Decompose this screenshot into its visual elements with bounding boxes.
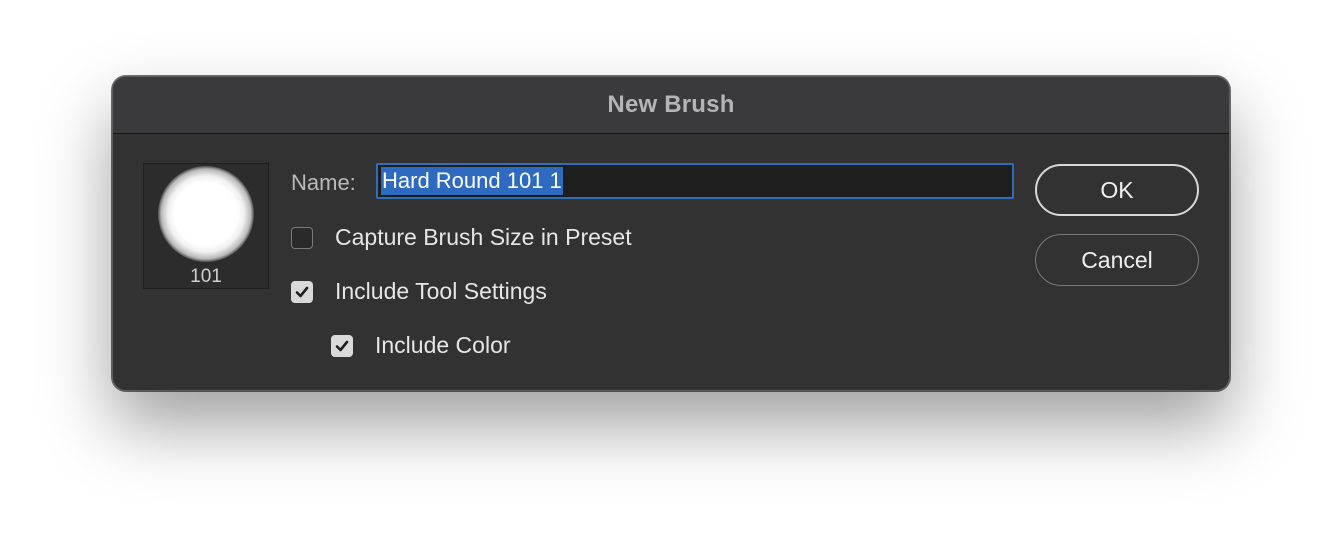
include-tool-settings-option[interactable]: Include Tool Settings [291,278,547,305]
include-tool-settings-label: Include Tool Settings [335,278,547,304]
name-input[interactable]: Hard Round 101 1 [376,163,1014,199]
brush-preview: 101 [143,163,269,289]
include-tool-settings-checkbox[interactable] [291,280,313,303]
name-label: Name: [291,170,356,195]
dialog-titlebar[interactable]: New Brush [113,77,1229,134]
include-color-option[interactable]: Include Color [331,332,511,359]
checkmark-icon [335,340,349,351]
dialog-title: New Brush [607,91,735,118]
brush-size-label: 101 [190,266,222,287]
brush-tip-icon [158,166,254,262]
new-brush-dialog: New Brush 101 Name: Hard Round 101 1 Cap… [112,76,1230,391]
screen: New Brush 101 Name: Hard Round 101 1 Cap… [0,0,1342,540]
capture-brush-size-option[interactable]: Capture Brush Size in Preset [291,224,632,251]
include-color-checkbox[interactable] [331,334,353,357]
checkmark-icon [295,286,309,297]
ok-button[interactable]: OK [1035,164,1199,216]
capture-brush-size-checkbox[interactable] [291,226,313,249]
include-color-label: Include Color [375,332,511,358]
capture-brush-size-label: Capture Brush Size in Preset [335,224,632,250]
cancel-button[interactable]: Cancel [1035,234,1199,286]
name-input-value: Hard Round 101 1 [381,167,563,195]
